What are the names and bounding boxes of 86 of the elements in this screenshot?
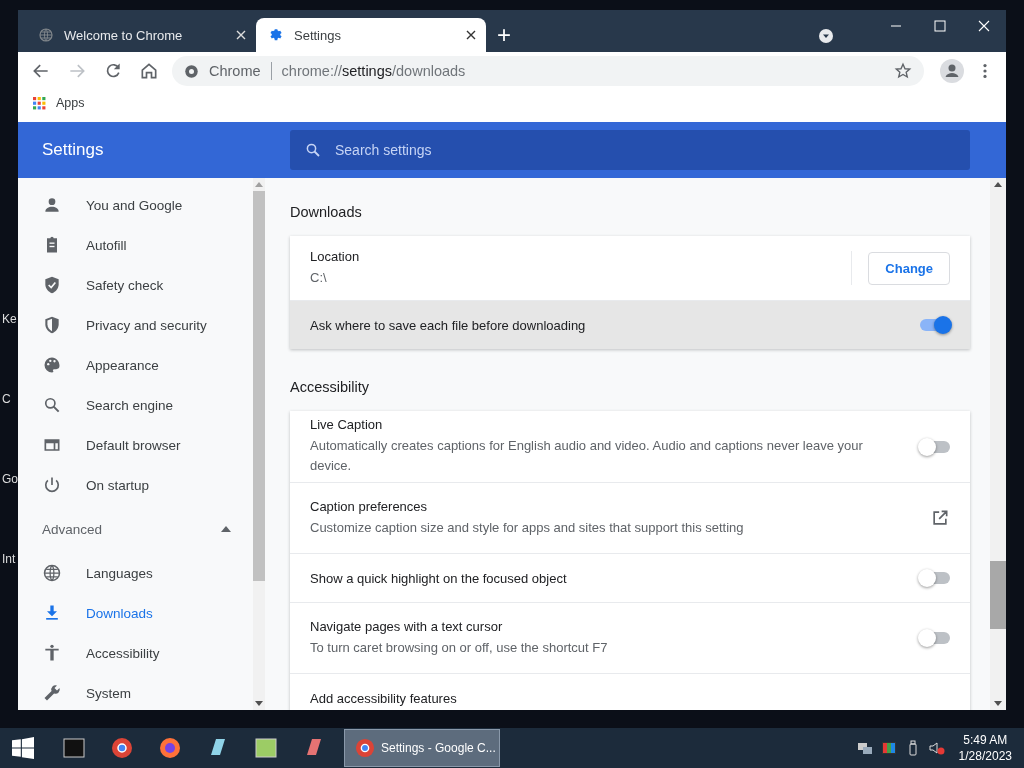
gear-icon (268, 27, 284, 43)
search-icon (42, 395, 62, 415)
toggle-switch[interactable] (920, 440, 950, 453)
setting-label: Show a quick highlight on the focused object (310, 570, 568, 586)
browser-logo-icon (355, 738, 375, 758)
url-text: chrome://settings/downloads (281, 63, 466, 79)
section-title: Downloads (290, 204, 363, 220)
section-title: Accessibility (290, 379, 370, 395)
maximize-icon[interactable] (932, 18, 948, 34)
scroll-down-icon[interactable] (994, 701, 1002, 706)
profile-icon[interactable] (940, 59, 964, 83)
search-icon (304, 141, 322, 159)
sidebar-item[interactable]: System (18, 673, 253, 710)
browser-tab[interactable]: Settings (256, 18, 486, 52)
search-field[interactable]: Search settings (290, 130, 970, 170)
settings-title: Settings (41, 140, 105, 160)
close-icon[interactable] (466, 30, 476, 40)
desktop-icon-label: Int (2, 552, 16, 566)
taskbar-clock[interactable]: 5:49 AM 1/28/2023 (952, 733, 1024, 763)
sidebar-item[interactable]: Languages (18, 553, 253, 593)
taskbar-chrome-icon[interactable] (111, 737, 133, 759)
caret-icon (221, 526, 231, 532)
sidebar-item[interactable]: Privacy and security (18, 305, 253, 345)
scrollbar-thumb[interactable] (990, 561, 1006, 629)
power-icon (42, 475, 62, 495)
setting-description: Customize caption size and style for apps and sites that support this setting (310, 518, 745, 537)
close-icon[interactable] (976, 18, 992, 34)
setting-label: Navigate pages with a text cursor (310, 618, 504, 634)
globe-icon (42, 563, 62, 583)
shield-check-icon (42, 275, 62, 295)
scroll-up-icon[interactable] (994, 182, 1002, 187)
person-icon (42, 195, 62, 215)
network-icon[interactable] (856, 740, 873, 756)
toggle-switch[interactable] (920, 572, 950, 584)
desktop-icon-label: C (2, 392, 11, 406)
bookmark-star-icon[interactable] (894, 62, 912, 80)
wrench-icon (42, 683, 62, 703)
scrollbar-thumb[interactable] (253, 191, 265, 581)
setting-label: Caption preferences (310, 498, 429, 514)
setting-label: Location (310, 248, 361, 264)
scroll-down-icon[interactable] (255, 701, 263, 706)
change-button[interactable]: Change (868, 251, 950, 285)
setting-description: To turn caret browsing on or off, use the shortcut F7 (310, 638, 609, 657)
external-link-icon[interactable] (930, 508, 950, 528)
site-name-label: Chrome (209, 63, 261, 79)
tab-search-icon[interactable] (818, 28, 834, 44)
sidebar-item[interactable]: Search engine (18, 385, 253, 425)
display-icon[interactable] (880, 740, 897, 756)
volume-muted-icon[interactable] (928, 740, 945, 756)
desktop-icon-label: Ke (2, 312, 17, 326)
sidebar-item[interactable]: Accessibility (18, 633, 253, 673)
sidebar-item[interactable]: Autofill (18, 225, 253, 265)
address-bar[interactable]: Chrome chrome://settings/downloads (172, 56, 924, 86)
tab-title: Welcome to Chrome (64, 27, 184, 43)
setting-description: Automatically creates captions for English audio and video. Audio and captions never leave your device. (310, 437, 864, 475)
toggle-switch[interactable] (920, 319, 950, 331)
home-icon[interactable] (139, 61, 159, 81)
palette-icon (42, 355, 62, 375)
sidebar-item[interactable]: On startup (18, 465, 253, 505)
new-tab-button[interactable]: + (486, 18, 522, 52)
shield-icon (42, 315, 62, 335)
tab-title: Settings (294, 27, 342, 43)
apps-grid-icon (33, 96, 46, 110)
desktop-icon-label: Go (2, 472, 18, 486)
taskbar-terminal-icon[interactable] (63, 737, 85, 759)
person-figure-icon (42, 643, 62, 663)
sidebar-item[interactable]: Downloads (18, 593, 253, 633)
taskbar-firefox-icon[interactable] (159, 737, 181, 759)
setting-label: Add accessibility features (310, 690, 458, 706)
browser-tab[interactable]: Welcome to Chrome (26, 18, 256, 52)
menu-icon[interactable] (982, 62, 988, 80)
globe-icon (38, 27, 54, 43)
location-path: C:\ (310, 268, 328, 287)
sidebar-item[interactable]: Appearance (18, 345, 253, 385)
toggle-switch[interactable] (920, 632, 950, 644)
advanced-section-toggle[interactable]: Advanced (18, 505, 253, 553)
chrome-logo-icon (184, 63, 199, 79)
apps-bookmark[interactable]: Apps (33, 96, 85, 110)
sidebar-item[interactable]: Safety check (18, 265, 253, 305)
sidebar-item[interactable]: You and Google (18, 185, 253, 225)
setting-label: Live Caption (310, 417, 384, 432)
taskbar-window-button[interactable]: Settings - Google C... (344, 729, 500, 767)
sidebar-item[interactable]: Default browser (18, 425, 253, 465)
setting-label: Ask where to save each file before downloading (310, 317, 587, 333)
taskbar-notepad-icon[interactable] (255, 737, 277, 759)
windows-start-icon[interactable] (12, 737, 34, 759)
